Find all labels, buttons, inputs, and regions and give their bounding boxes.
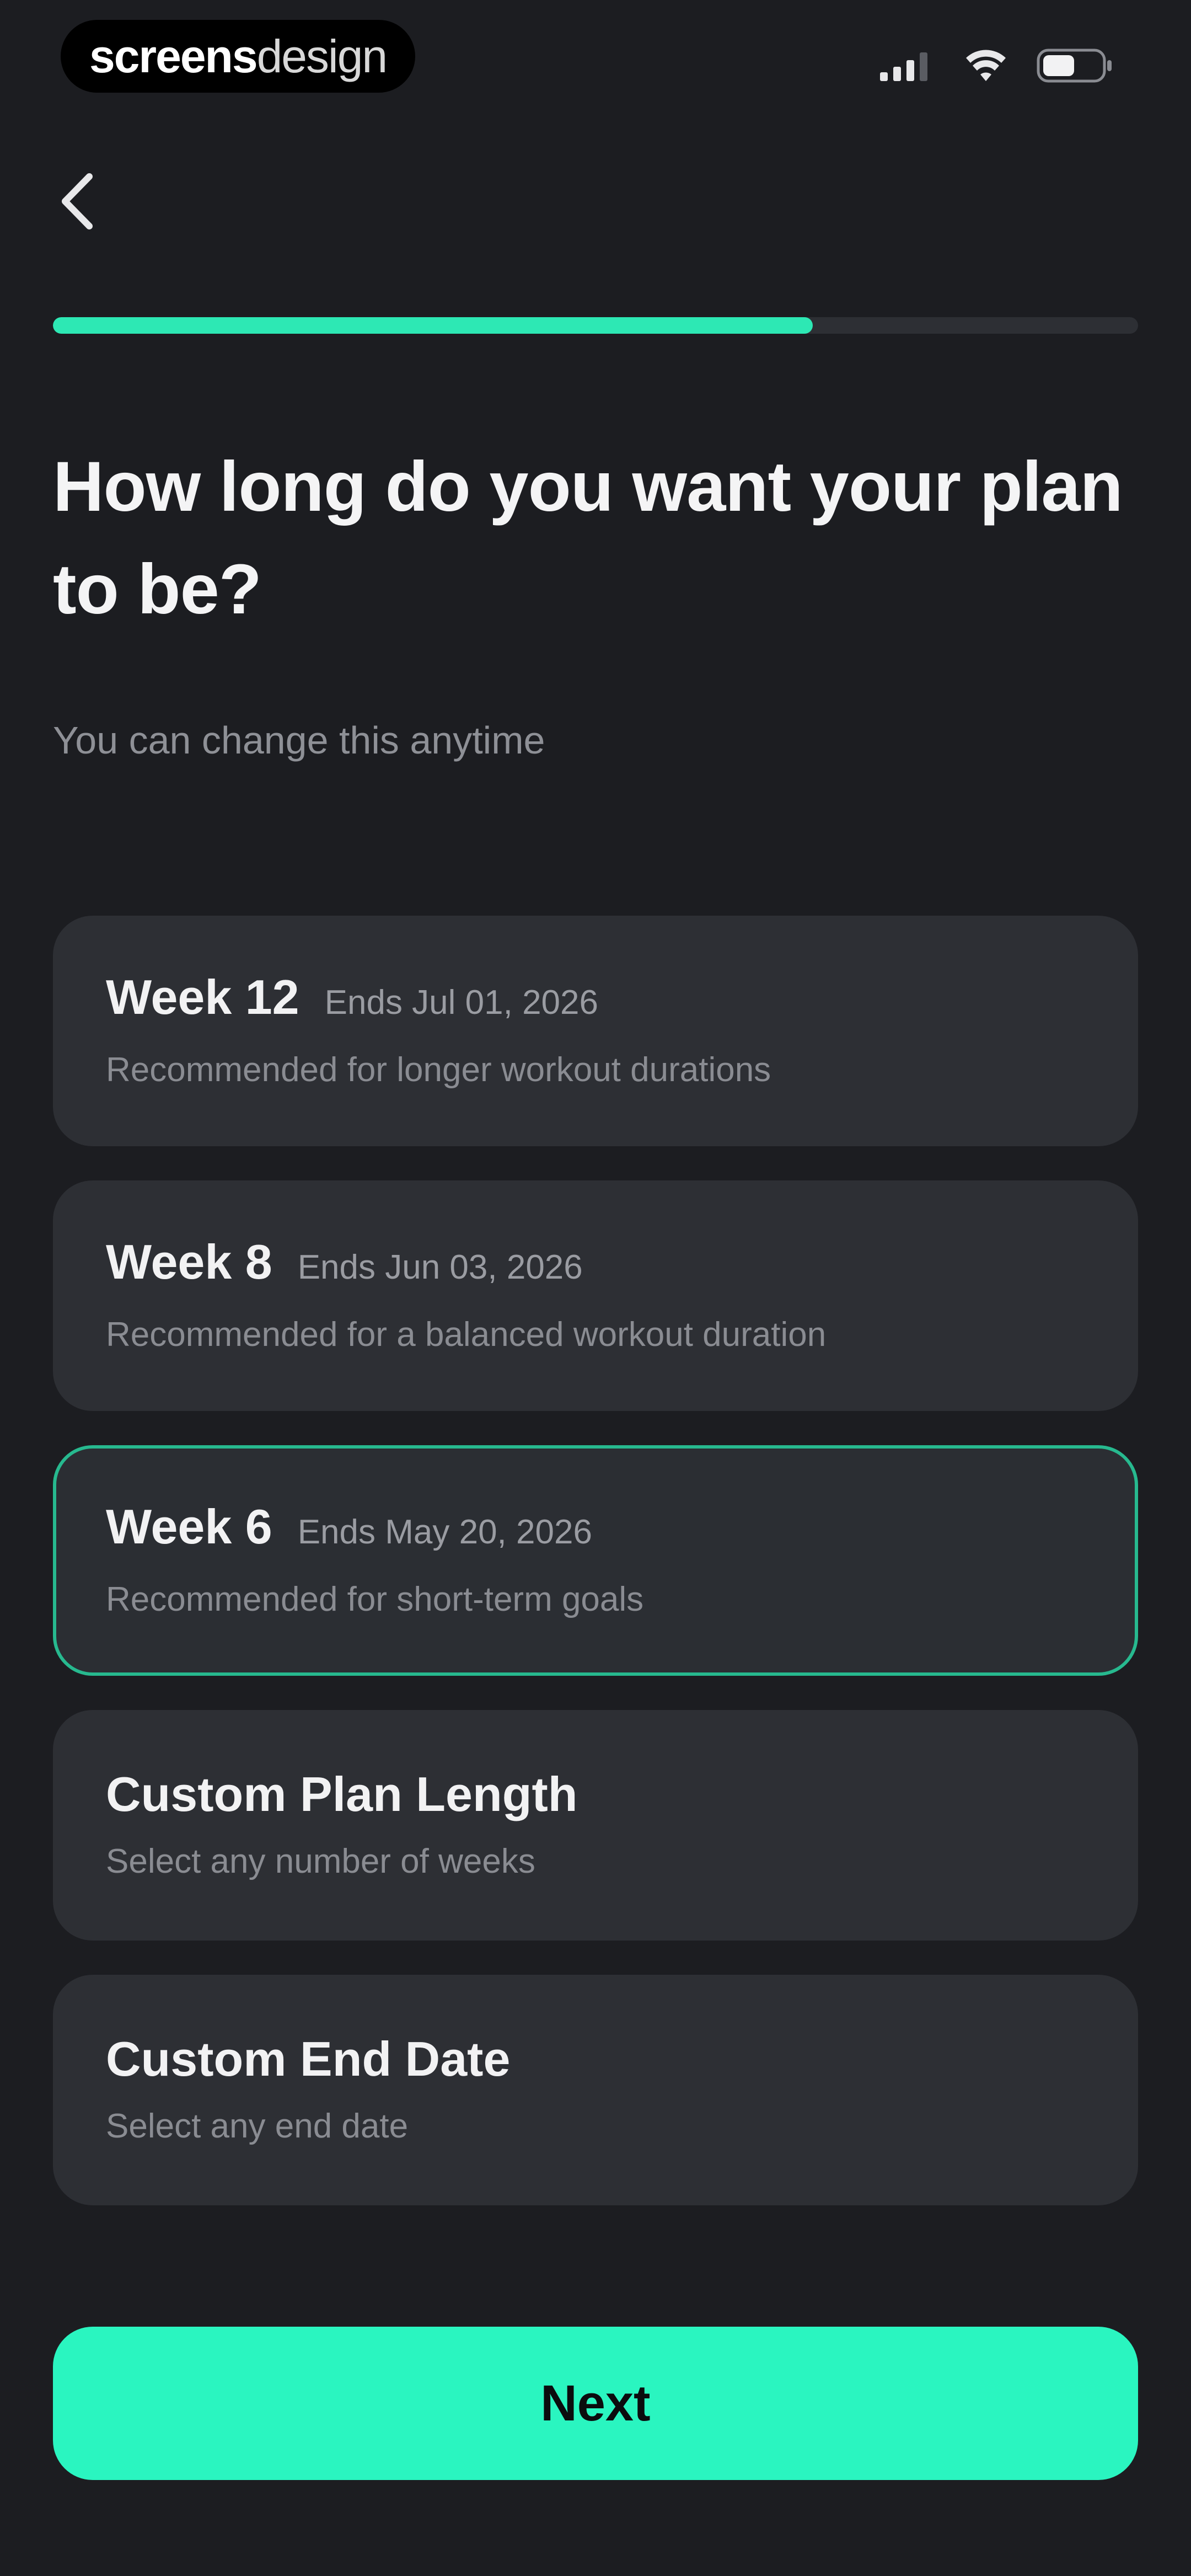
option-end-date: Ends Jun 03, 2026 — [297, 1248, 583, 1286]
page-subtitle: You can change this anytime — [53, 719, 545, 762]
progress-bar — [53, 317, 1138, 334]
option-title: Custom Plan Length — [106, 1767, 578, 1821]
option-week-6[interactable]: Week 6 Ends May 20, 2026 Recommended for… — [53, 1445, 1138, 1676]
progress-fill — [53, 317, 813, 334]
onboarding-screen: screens design How long do you want your… — [0, 0, 1191, 2576]
signal-icon — [880, 50, 935, 84]
option-header: Week 8 Ends Jun 03, 2026 — [106, 1232, 1085, 1298]
plan-length-options: Week 12 Ends Jul 01, 2026 Recommended fo… — [53, 916, 1138, 2240]
brand-text-strong: screens — [89, 30, 258, 82]
option-end-date: Ends Jul 01, 2026 — [324, 984, 598, 1022]
status-icons — [880, 49, 1114, 85]
option-custom-end-date[interactable]: Custom End Date Select any end date — [53, 1975, 1138, 2205]
option-description: Select any end date — [106, 2107, 409, 2145]
option-title: Week 12 — [106, 970, 299, 1024]
option-title: Week 8 — [106, 1234, 272, 1289]
next-button[interactable]: Next — [53, 2327, 1138, 2480]
option-header: Custom End Date — [106, 2029, 1085, 2089]
option-custom-plan-length[interactable]: Custom Plan Length Select any number of … — [53, 1710, 1138, 1941]
brand-logo: screens design — [61, 20, 416, 93]
option-description: Select any number of weeks — [106, 1842, 535, 1880]
option-end-date: Ends May 20, 2026 — [297, 1513, 592, 1551]
option-title: Custom End Date — [106, 2032, 511, 2086]
wifi-icon — [965, 49, 1007, 85]
option-header: Week 6 Ends May 20, 2026 — [106, 1497, 1085, 1563]
option-description: Recommended for longer workout durations — [106, 1051, 771, 1089]
option-week-12[interactable]: Week 12 Ends Jul 01, 2026 Recommended fo… — [53, 916, 1138, 1146]
option-header: Week 12 Ends Jul 01, 2026 — [106, 967, 1085, 1033]
option-description: Recommended for a balanced workout durat… — [106, 1316, 827, 1354]
status-bar: screens design — [0, 0, 1191, 110]
option-description: Recommended for short-term goals — [106, 1580, 644, 1618]
battery-icon — [1037, 49, 1114, 85]
option-title: Week 6 — [106, 1499, 272, 1554]
chevron-left-icon — [62, 173, 93, 229]
page-title: How long do you want your plan to be? — [53, 447, 1123, 629]
option-week-8[interactable]: Week 8 Ends Jun 03, 2026 Recommended for… — [53, 1180, 1138, 1411]
back-button[interactable] — [44, 165, 110, 237]
option-header: Custom Plan Length — [106, 1764, 1085, 1825]
brand-text-light: design — [256, 30, 388, 82]
